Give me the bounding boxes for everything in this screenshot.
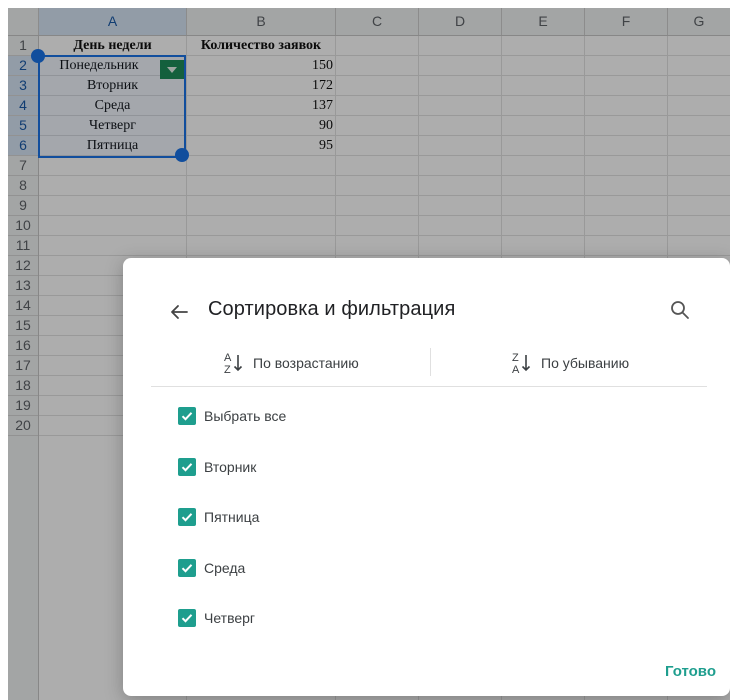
sort-descending-label: По убыванию <box>541 355 630 371</box>
filter-item-label: Четверг <box>204 610 256 626</box>
filter-item-label: Среда <box>204 560 246 576</box>
check-icon <box>181 614 193 623</box>
search-icon[interactable] <box>668 298 692 322</box>
filter-item[interactable]: Четверг <box>178 606 255 630</box>
sort-divider <box>430 348 431 376</box>
sort-descending-button[interactable]: Z A По убыванию <box>511 340 629 386</box>
filter-item-label: Вторник <box>204 459 257 475</box>
svg-text:A: A <box>224 352 232 364</box>
filter-item-label: Пятница <box>204 509 260 525</box>
sort-bar: A Z По возрастанию Z A По убыванию <box>151 340 707 387</box>
spreadsheet-screen: A B C D E F G 1 2 3 4 5 6 7 8 9 10 11 12… <box>8 8 730 700</box>
sort-ascending-label: По возрастанию <box>253 355 359 371</box>
check-icon <box>181 564 193 573</box>
check-icon <box>181 513 193 522</box>
filter-item-select-all[interactable]: Выбрать все <box>178 404 286 428</box>
check-icon <box>181 412 193 421</box>
filter-item[interactable]: Пятница <box>178 505 259 529</box>
svg-text:A: A <box>512 364 520 376</box>
dialog-title: Сортировка и фильтрация <box>208 298 456 320</box>
svg-text:Z: Z <box>512 352 519 364</box>
checkbox-checked[interactable] <box>178 609 196 627</box>
done-button[interactable]: Готово <box>665 663 716 680</box>
filter-item[interactable]: Среда <box>178 556 245 580</box>
checkbox-checked[interactable] <box>178 508 196 526</box>
check-icon <box>181 463 193 472</box>
checkbox-checked[interactable] <box>178 407 196 425</box>
filter-item-label: Выбрать все <box>204 408 287 424</box>
checkbox-checked[interactable] <box>178 458 196 476</box>
sort-ascending-button[interactable]: A Z По возрастанию <box>223 340 359 386</box>
filter-item[interactable]: Вторник <box>178 455 256 479</box>
sort-ascending-icon: A Z <box>224 352 243 376</box>
sort-descending-icon: Z A <box>512 352 531 376</box>
checkbox-checked[interactable] <box>178 559 196 577</box>
back-arrow-icon[interactable] <box>167 300 191 324</box>
svg-text:Z: Z <box>224 364 231 376</box>
sort-filter-dialog: Сортировка и фильтрация A Z По возрастан… <box>123 258 730 696</box>
